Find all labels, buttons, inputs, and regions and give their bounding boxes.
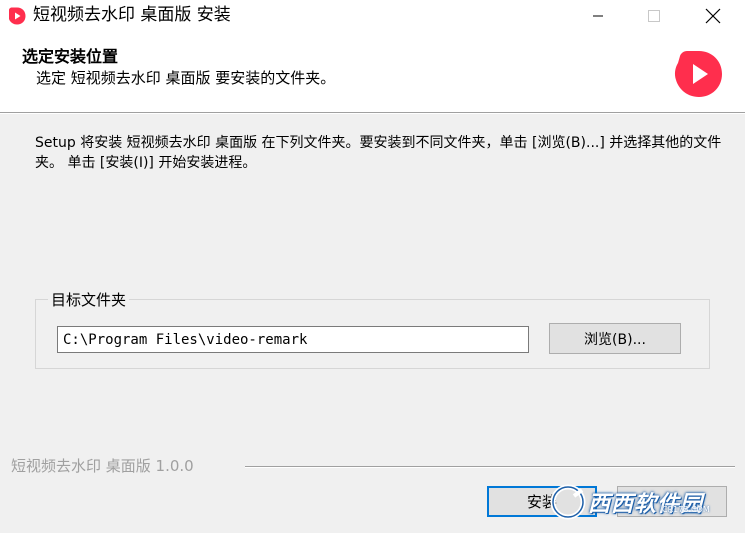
watermark-subtext: CR173.COM: [662, 505, 710, 514]
close-button[interactable]: [690, 0, 736, 31]
brand-version-text: 短视频去水印 桌面版 1.0.0: [11, 455, 200, 476]
minimize-icon: [593, 15, 603, 16]
browse-button[interactable]: 浏览(B)...: [549, 323, 681, 354]
installer-window: 短视频去水印 桌面版 安装 选定安装位置 选定 短视频去水印 桌面版 要安装的文…: [0, 0, 745, 533]
maximize-button: [631, 0, 677, 31]
install-description: Setup 将安装 短视频去水印 桌面版 在下列文件夹。要安装到不同文件夹，单击…: [35, 135, 722, 171]
page-header: 选定安装位置 选定 短视频去水印 桌面版 要安装的文件夹。: [0, 31, 745, 112]
minimize-button[interactable]: [575, 0, 621, 31]
footer-divider: [245, 466, 735, 468]
watermark: 西西软件园: [548, 481, 728, 523]
title-bar: 短视频去水印 桌面版 安装: [0, 0, 745, 31]
page-title: 选定安装位置: [22, 47, 119, 66]
page-subtitle: 选定 短视频去水印 桌面版 要安装的文件夹。: [36, 69, 336, 87]
header-divider: [0, 112, 745, 114]
play-logo-icon: [674, 51, 722, 97]
destination-folder-label: 目标文件夹: [48, 290, 130, 310]
maximize-icon: [648, 9, 660, 22]
install-path-input[interactable]: [57, 326, 529, 353]
close-icon: [705, 8, 721, 23]
watermark-logo-icon: [550, 484, 586, 520]
app-icon: [9, 7, 26, 25]
window-title: 短视频去水印 桌面版 安装: [33, 5, 231, 25]
